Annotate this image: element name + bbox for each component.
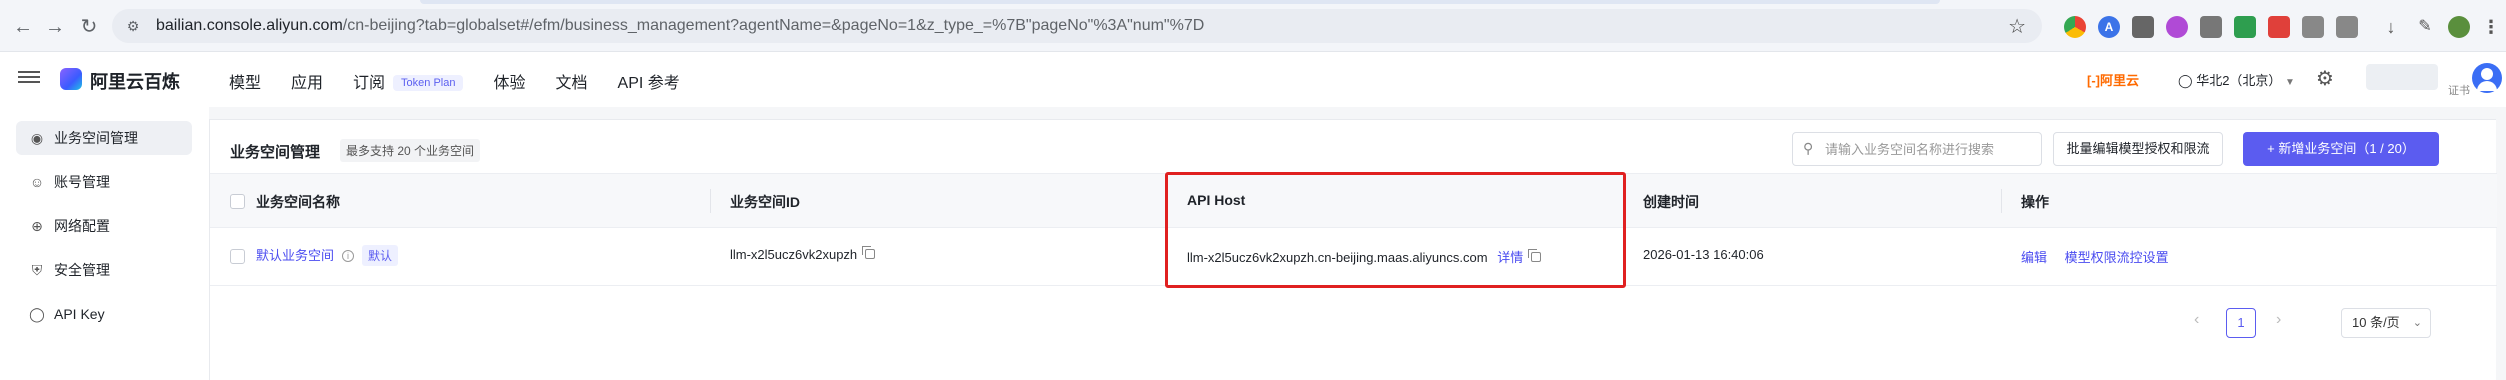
grid-extension-icon[interactable]: [2200, 16, 2222, 38]
page-number-current[interactable]: 1: [2226, 308, 2256, 338]
crop-extension-icon[interactable]: [2302, 16, 2324, 38]
nav-item-subscription[interactable]: 订阅 Token Plan: [353, 69, 464, 93]
search-box[interactable]: ⚲: [1792, 132, 2042, 166]
puzzle-extension-icon[interactable]: [2336, 16, 2358, 38]
actions-cell: 编辑 模型权限流控设置: [2021, 247, 2169, 266]
globe-icon: ⊕: [31, 217, 43, 234]
region-selector[interactable]: ◯ 华北2（北京） ▼: [2178, 70, 2295, 89]
site-settings-icon[interactable]: ⚙: [124, 17, 142, 35]
column-divider: [1167, 189, 1168, 213]
chevron-down-icon: ▼: [2285, 77, 2295, 88]
shield-icon: ⛨: [31, 261, 43, 278]
copy-icon[interactable]: [1528, 249, 1542, 262]
brand-name[interactable]: 阿里云百炼: [90, 68, 180, 94]
app-header: 阿里云百炼 模型 应用 订阅 Token Plan 体验 文档 API 参考 [-…: [0, 52, 2506, 107]
url-text: bailian.console.aliyun.com/cn-beijing?ta…: [156, 17, 1205, 34]
copy-icon[interactable]: [862, 246, 876, 259]
main-content: 业务空间管理 最多支持 20 个业务空间 ⚲ 批量编辑模型授权和限流 + 新增业…: [209, 107, 2506, 380]
page-size-select[interactable]: 10 条/页 ⌄: [2341, 308, 2431, 338]
nav-item-experience[interactable]: 体验: [493, 69, 525, 93]
select-all-checkbox[interactable]: [230, 194, 245, 209]
red-extension-icon[interactable]: [2268, 16, 2290, 38]
workspace-name-cell: 默认业务空间 i 默认: [256, 245, 399, 266]
column-header-created: 创建时间: [1643, 194, 1699, 210]
default-badge: 默认: [362, 245, 399, 266]
nav-item-models[interactable]: 模型: [229, 69, 261, 93]
column-header-api-host: API Host: [1187, 192, 1246, 208]
table-row: 默认业务空间 i 默认 llm-x2l5ucz6vk2xupzh llm-x2l5u…: [210, 228, 2497, 286]
download-icon[interactable]: ↓: [2380, 16, 2402, 38]
bookmark-star-icon[interactable]: ☆: [2008, 14, 2026, 39]
model-rate-limit-link[interactable]: 模型权限流控设置: [2065, 250, 2169, 265]
sidebar-item-workspace[interactable]: ◉ 业务空间管理: [16, 121, 192, 155]
globe-icon: ◯: [2178, 73, 2193, 88]
bailian-logo-icon[interactable]: [60, 68, 82, 90]
back-icon[interactable]: ←: [10, 14, 36, 40]
account-name-redacted: [2366, 64, 2438, 90]
top-nav: 模型 应用 订阅 Token Plan 体验 文档 API 参考: [229, 69, 710, 93]
browser-menu-icon[interactable]: ⋮: [2480, 16, 2502, 38]
batch-edit-button[interactable]: 批量编辑模型授权和限流: [2053, 132, 2223, 166]
users-icon: ☺: [29, 174, 45, 190]
token-plan-badge: Token Plan: [393, 75, 464, 91]
next-page-icon[interactable]: ›: [2276, 311, 2281, 329]
browser-toolbar: ← → ↻ ⚙ bailian.console.aliyun.com/cn-be…: [0, 0, 2506, 52]
aliyun-logo[interactable]: [-]阿里云: [2087, 70, 2139, 89]
search-icon: ⚲: [1803, 140, 1814, 156]
sidebar-item-security[interactable]: ⛨ 安全管理: [16, 253, 192, 287]
workspace-id-cell: llm-x2l5ucz6vk2xupzh: [730, 246, 876, 262]
reload-icon[interactable]: ↻: [76, 14, 102, 40]
workspace-limit-tip: 最多支持 20 个业务空间: [340, 139, 481, 162]
sidebar-item-api-key[interactable]: ◯ API Key: [16, 297, 192, 331]
page-title: 业务空间管理: [230, 144, 321, 161]
gear-icon[interactable]: ⚙: [2316, 66, 2334, 91]
info-icon[interactable]: i: [342, 250, 355, 262]
column-divider: [710, 189, 711, 213]
prev-page-icon[interactable]: ‹: [2194, 311, 2199, 329]
nav-item-api-reference[interactable]: API 参考: [618, 69, 680, 93]
edit-link[interactable]: 编辑: [2021, 250, 2047, 265]
excel-extension-icon[interactable]: [2234, 16, 2256, 38]
avatar[interactable]: [2472, 63, 2502, 93]
api-host-cell: llm-x2l5ucz6vk2xupzh.cn-beijing.maas.ali…: [1187, 247, 1542, 266]
account-subtitle: 证书: [2448, 85, 2470, 97]
key-icon: ◯: [29, 305, 45, 322]
sidebar-item-network[interactable]: ⊕ 网络配置: [16, 209, 192, 243]
workspace-card: 业务空间管理 最多支持 20 个业务空间 ⚲ 批量编辑模型授权和限流 + 新增业…: [209, 119, 2497, 380]
chrome-extension-icon[interactable]: [2064, 16, 2086, 38]
chevron-down-icon: ⌄: [2412, 317, 2422, 329]
row-checkbox[interactable]: [230, 249, 245, 264]
search-input[interactable]: [1823, 139, 2033, 159]
translate-extension-icon[interactable]: A: [2098, 16, 2120, 38]
sidebar-item-accounts[interactable]: ☺ 账号管理: [16, 165, 192, 199]
tab-strip: [420, 0, 1940, 4]
address-bar[interactable]: ⚙ bailian.console.aliyun.com/cn-beijing?…: [112, 9, 2042, 43]
column-header-id: 业务空间ID: [730, 194, 800, 210]
sidebar: ◉ 业务空间管理 ☺ 账号管理 ⊕ 网络配置 ⛨ 安全管理 ◯ API Key: [0, 107, 209, 380]
column-header-actions: 操作: [2021, 194, 2049, 210]
nav-item-docs[interactable]: 文档: [556, 69, 588, 93]
column-header-name: 业务空间名称: [256, 194, 340, 210]
column-divider: [1623, 189, 1624, 213]
profile-extension-icon[interactable]: [2448, 16, 2470, 38]
created-time-cell: 2026-01-13 16:40:06: [1643, 247, 1764, 262]
column-divider: [2001, 189, 2002, 213]
table-header: 业务空间名称 业务空间ID API Host 创建时间 操作: [210, 173, 2497, 228]
menu-icon[interactable]: [18, 68, 40, 86]
screenshot-extension-icon[interactable]: [2132, 16, 2154, 38]
host-detail-link[interactable]: 详情: [1497, 250, 1523, 265]
add-workspace-button[interactable]: + 新增业务空间（1 / 20）: [2243, 132, 2439, 166]
workspace-icon: ◉: [30, 129, 44, 146]
profile-switch-icon[interactable]: ✎: [2414, 16, 2436, 38]
purple-extension-icon[interactable]: [2166, 16, 2188, 38]
nav-item-apps[interactable]: 应用: [291, 69, 323, 93]
workspace-name-link[interactable]: 默认业务空间: [256, 248, 334, 263]
forward-icon[interactable]: →: [42, 14, 68, 40]
